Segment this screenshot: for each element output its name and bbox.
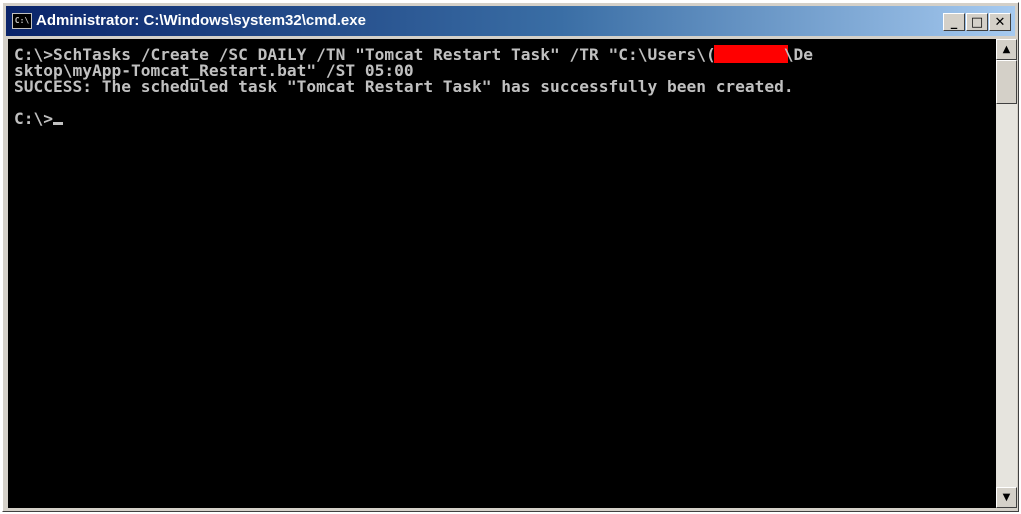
scroll-up-button[interactable]: ▲	[996, 39, 1017, 60]
close-button[interactable]: ✕	[989, 13, 1011, 31]
console-output[interactable]: C:\>SchTasks /Create /SC DAILY /TN "Tomc…	[8, 39, 996, 508]
window-title: Administrator: C:\Windows\system32\cmd.e…	[36, 12, 366, 29]
redaction-mark	[713, 45, 788, 63]
cmd-window: C:\ Administrator: C:\Windows\system32\c…	[2, 2, 1019, 512]
minimize-button[interactable]: _	[943, 13, 965, 31]
text-cursor	[52, 122, 63, 125]
vertical-scrollbar[interactable]: ▲ ▼	[996, 39, 1017, 508]
prompt: C:\>	[14, 109, 53, 128]
title-bar[interactable]: C:\ Administrator: C:\Windows\system32\c…	[6, 6, 1015, 36]
scroll-down-button[interactable]: ▼	[996, 487, 1017, 508]
cmd-icon[interactable]: C:\	[12, 13, 32, 29]
console-text: C:\>SchTasks /Create /SC DAILY /TN "Tomc…	[8, 39, 996, 133]
maximize-button[interactable]: □	[966, 13, 988, 31]
success-message: SUCCESS: The scheduled task "Tomcat Rest…	[14, 77, 794, 96]
command-line-end: \De	[783, 45, 813, 64]
scroll-thumb[interactable]	[996, 60, 1017, 104]
